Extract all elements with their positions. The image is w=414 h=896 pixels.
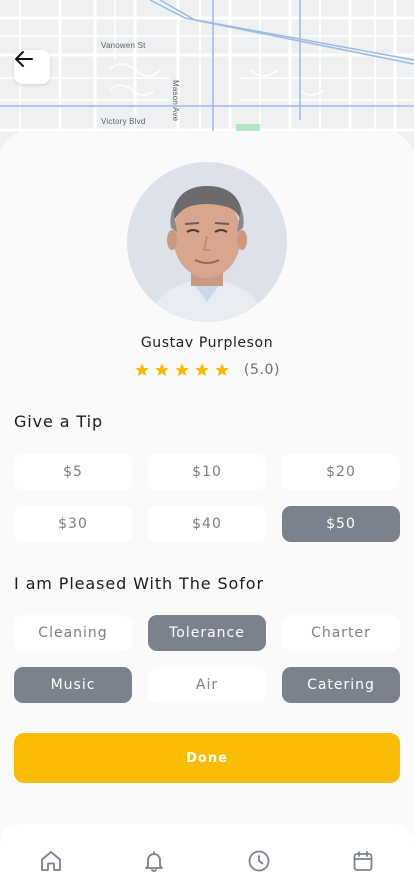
star-icon <box>135 363 149 376</box>
tip-option-50[interactable]: $50 <box>282 506 400 542</box>
driver-photo <box>127 162 287 322</box>
driver-rating: (5.0) <box>0 362 414 378</box>
clock-icon <box>248 850 270 872</box>
tip-option-20[interactable]: $20 <box>282 454 400 490</box>
pleased-option-catering[interactable]: Catering <box>282 667 400 703</box>
pleased-option-music[interactable]: Music <box>14 667 132 703</box>
driver-name: Gustav Purpleson <box>140 335 274 351</box>
star-icon <box>175 363 189 376</box>
pleased-option-tolerance[interactable]: Tolerance <box>148 615 266 651</box>
tip-option-40[interactable]: $40 <box>148 506 266 542</box>
done-button[interactable]: Done <box>14 733 400 783</box>
tip-section-title: Give a Tip <box>14 412 104 431</box>
map-label-mason: Mason Ave <box>171 80 180 122</box>
nav-home[interactable] <box>38 848 64 874</box>
star-icon <box>195 363 209 376</box>
home-icon <box>41 851 61 871</box>
bottom-navigation <box>0 824 414 896</box>
bell-icon <box>145 851 163 872</box>
map-label-victory: Victory Blvd <box>101 117 146 126</box>
pleased-option-cleaning[interactable]: Cleaning <box>14 615 132 651</box>
star-icon <box>215 363 229 376</box>
pleased-section-title: I am Pleased With The Sofor <box>14 574 264 593</box>
tip-option-30[interactable]: $30 <box>14 506 132 542</box>
star-icon <box>155 363 169 376</box>
map-label-vanowen: Vanowen St <box>101 41 146 50</box>
nav-history[interactable] <box>246 848 272 874</box>
pleased-option-air[interactable]: Air <box>148 667 266 703</box>
tip-sheet: Gustav Purpleson (5.0) Give a Tip $5 $10… <box>0 131 414 896</box>
tip-option-10[interactable]: $10 <box>148 454 266 490</box>
driver-avatar <box>127 162 287 322</box>
calendar-icon <box>353 851 373 871</box>
nav-calendar[interactable] <box>350 848 376 874</box>
nav-notifications[interactable] <box>141 848 167 874</box>
back-button[interactable] <box>14 50 50 84</box>
tip-option-5[interactable]: $5 <box>14 454 132 490</box>
arrow-left-icon <box>15 51 33 67</box>
rating-value: (5.0) <box>243 362 281 378</box>
pleased-option-charter[interactable]: Charter <box>282 615 400 651</box>
